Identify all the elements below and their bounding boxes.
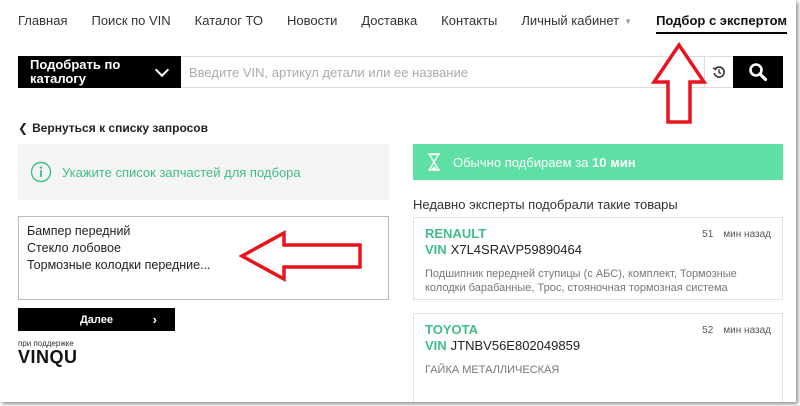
powered-by: при поддержке VINQU xyxy=(18,339,78,366)
card-vin-value: JTNBV56E802049859 xyxy=(450,338,581,353)
info-circle-icon xyxy=(30,161,52,183)
search-button[interactable] xyxy=(733,56,783,88)
caret-down-icon: ▼ xyxy=(624,16,633,26)
chevron-right-icon: › xyxy=(152,312,157,327)
eta-prefix: Обычно подбираем за xyxy=(453,154,589,170)
card-time: 51 мин назад xyxy=(702,229,771,240)
card-vin-value: X7L4SRAVP59890464 xyxy=(450,242,582,257)
nav-item-home[interactable]: Главная xyxy=(18,13,67,28)
card-vin: VIN X7L4SRAVP59890464 xyxy=(425,242,771,257)
card-vin: VIN JTNBV56E802049859 xyxy=(425,338,771,353)
back-to-requests-link[interactable]: ❮ Вернуться к списку запросов xyxy=(18,121,208,135)
catalog-select-button[interactable]: Подобрать по каталогу xyxy=(18,56,181,88)
search-input[interactable] xyxy=(181,56,705,88)
chevron-down-icon xyxy=(154,62,170,78)
history-button[interactable] xyxy=(705,56,733,88)
nav-item-account[interactable]: Личный кабинет ▼ xyxy=(521,13,632,28)
nav-item-contacts[interactable]: Контакты xyxy=(441,13,497,28)
nav-item-account-label: Личный кабинет xyxy=(521,12,620,28)
card-time-minutes: 52 xyxy=(702,325,714,336)
card-time: 52 мин назад xyxy=(702,325,771,336)
card-time-minutes: 51 xyxy=(702,229,714,240)
vinqu-logo: VINQU xyxy=(18,347,78,367)
history-icon xyxy=(712,66,725,78)
page-frame: Главная Поиск по VIN Каталог ТО Новости … xyxy=(0,0,796,402)
next-button-label: Далее xyxy=(79,313,114,326)
annotation-arrow-up xyxy=(651,42,707,124)
card-time-suffix: мин назад xyxy=(723,325,771,336)
card-vin-label: VIN xyxy=(425,242,447,257)
eta-banner: Обычно подбираем за 10 мин xyxy=(413,144,783,180)
recent-card[interactable]: RENAULT 51 мин назад VIN X7L4SRAVP59890464… xyxy=(413,217,783,300)
catalog-select-label: Подобрать по каталогу xyxy=(30,57,121,86)
recent-card[interactable]: TOYOTA 52 мин назад VIN JTNBV56E802049859 … xyxy=(413,313,783,402)
eta-value: 10 мин xyxy=(592,154,636,170)
recent-heading: Недавно эксперты подобрали такие товары xyxy=(413,197,678,212)
info-box: Укажите список запчастей для подбора xyxy=(18,144,389,200)
nav-item-news[interactable]: Новости xyxy=(287,13,337,28)
next-button[interactable]: Далее › xyxy=(18,308,175,331)
nav-item-expert-selection[interactable]: Подбор с экспертом xyxy=(656,13,787,34)
card-description: ГАЙКА МЕТАЛЛИЧЕСКАЯ xyxy=(425,364,560,376)
card-time-suffix: мин назад xyxy=(723,229,771,240)
back-to-requests-label: Вернуться к списку запросов xyxy=(32,121,209,135)
nav-item-delivery[interactable]: Доставка xyxy=(361,13,417,28)
card-vin-label: VIN xyxy=(425,338,447,353)
annotation-arrow-left xyxy=(238,230,362,282)
info-text: Укажите список запчастей для подбора xyxy=(62,164,301,180)
eta-text: Обычно подбираем за 10 мин xyxy=(453,155,636,170)
chevron-left-icon: ❮ xyxy=(18,121,29,135)
search-icon xyxy=(749,63,768,82)
card-description: Подшипник передней ступицы (с АБС), комп… xyxy=(425,268,737,294)
nav-item-vin-search[interactable]: Поиск по VIN xyxy=(91,13,170,28)
top-nav: Главная Поиск по VIN Каталог ТО Новости … xyxy=(18,10,796,34)
nav-item-maintenance-catalog[interactable]: Каталог ТО xyxy=(195,13,263,28)
hourglass-icon xyxy=(428,153,440,171)
